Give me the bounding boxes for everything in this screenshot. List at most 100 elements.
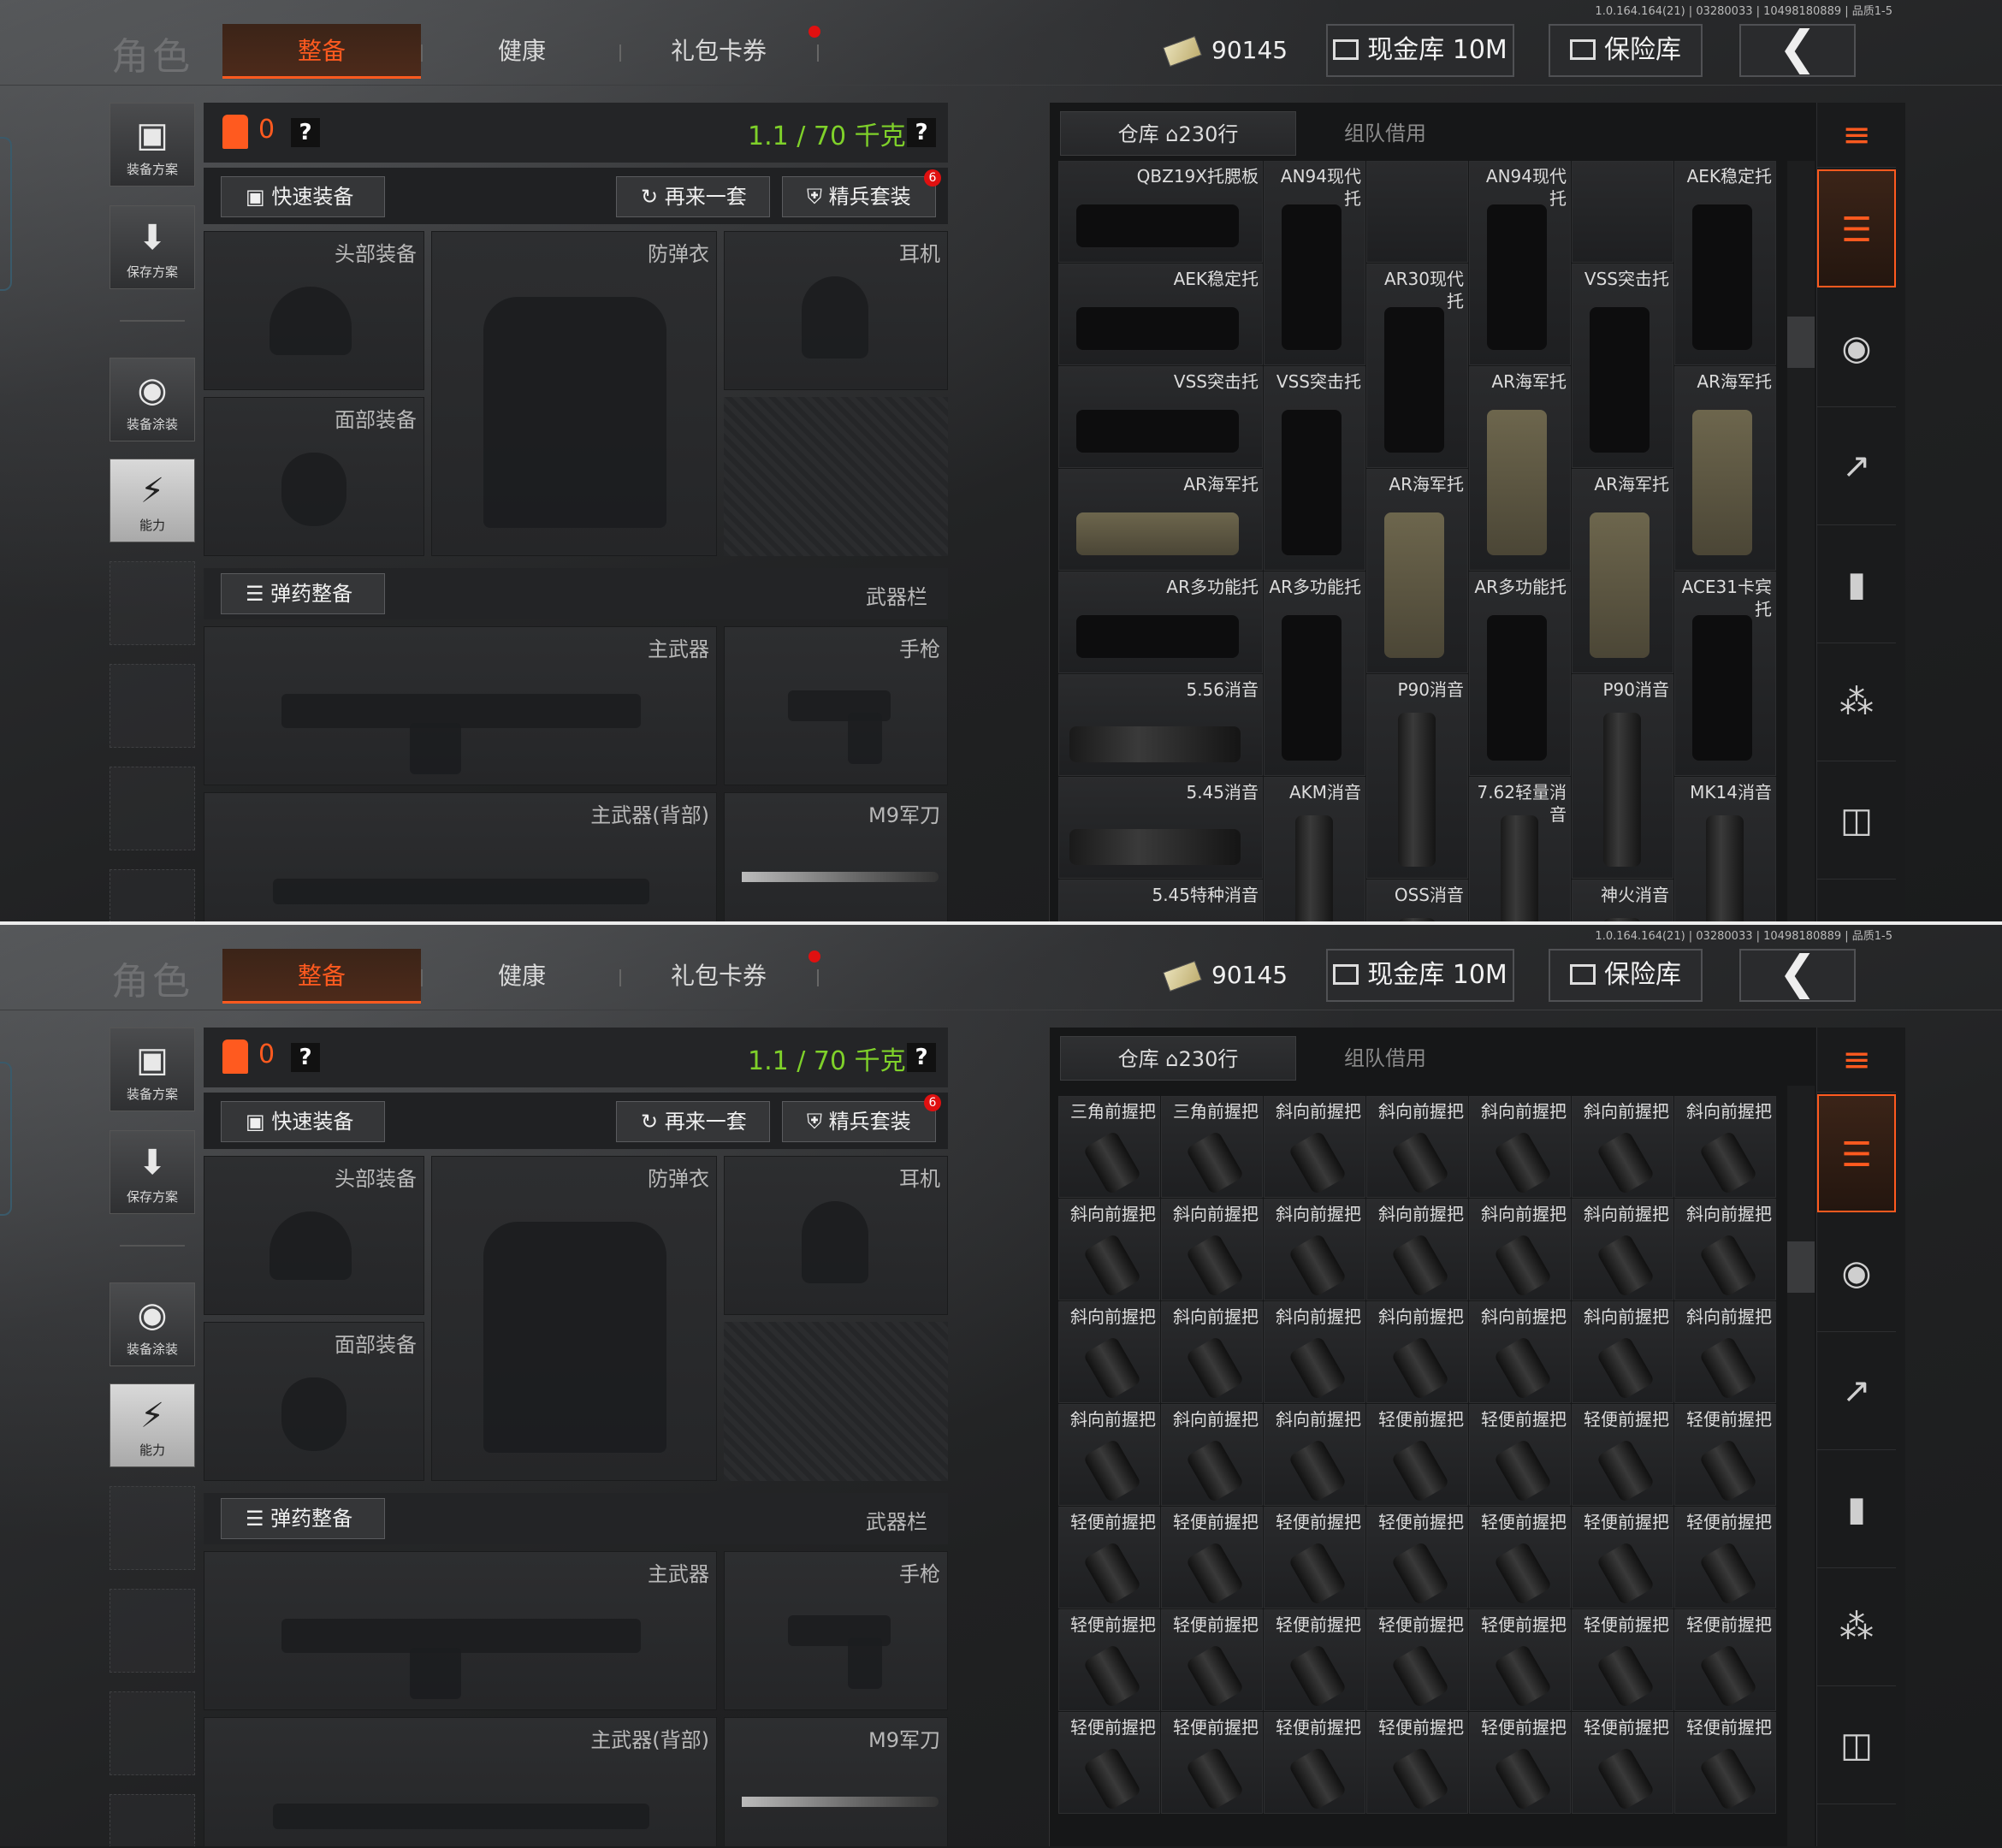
scrollbar-thumb[interactable] bbox=[1787, 1241, 1815, 1293]
quick-equip-button[interactable]: ▣ 快速装备 bbox=[221, 1101, 385, 1142]
headset-slot[interactable]: 耳机 bbox=[724, 1156, 948, 1315]
safe-vault-button[interactable]: 保险库 bbox=[1549, 24, 1703, 77]
cash-vault-button[interactable]: 现金库 10M bbox=[1326, 949, 1514, 1002]
category-rifle-icon[interactable]: ↗ bbox=[1817, 1332, 1896, 1450]
inventory-item[interactable]: 斜向前握把 bbox=[1264, 1404, 1365, 1506]
inventory-item[interactable]: 轻便前握把 bbox=[1058, 1609, 1160, 1711]
inventory-item[interactable]: 5.56消音 bbox=[1058, 674, 1263, 776]
loadout-plan-button[interactable]: ▣ 装备方案 bbox=[110, 103, 195, 187]
tab-health[interactable]: 健康 bbox=[436, 949, 607, 1004]
inventory-item[interactable]: MK14消音 bbox=[1674, 777, 1776, 921]
inventory-item[interactable]: 斜向前握把 bbox=[1058, 1199, 1160, 1300]
inventory-item[interactable]: QBZ19X托腮板 bbox=[1058, 161, 1263, 263]
inventory-item[interactable]: 轻便前握把 bbox=[1366, 1404, 1468, 1506]
inventory-item[interactable]: 斜向前握把 bbox=[1469, 1199, 1571, 1300]
inventory-item[interactable]: 轻便前握把 bbox=[1469, 1507, 1571, 1608]
back-button[interactable]: ❮ bbox=[1739, 949, 1856, 1002]
inventory-item[interactable]: AEK稳定托 bbox=[1058, 264, 1263, 365]
inventory-item[interactable]: 轻便前握把 bbox=[1161, 1712, 1263, 1814]
head-slot[interactable]: 头部装备 bbox=[204, 1156, 424, 1315]
inventory-item[interactable]: 斜向前握把 bbox=[1264, 1096, 1365, 1198]
head-slot[interactable]: 头部装备 bbox=[204, 231, 424, 390]
inventory-item[interactable]: 轻便前握把 bbox=[1469, 1712, 1571, 1814]
inventory-item[interactable]: 轻便前握把 bbox=[1674, 1609, 1776, 1711]
inventory-item[interactable]: 轻便前握把 bbox=[1366, 1712, 1468, 1814]
loadout-plan-button[interactable]: ▣ 装备方案 bbox=[110, 1028, 195, 1111]
inventory-item[interactable]: 轻便前握把 bbox=[1161, 1609, 1263, 1711]
inventory-item[interactable]: AR海军托 bbox=[1572, 469, 1673, 673]
inventory-item[interactable]: AR海军托 bbox=[1058, 469, 1263, 571]
headset-slot[interactable]: 耳机 bbox=[724, 231, 948, 390]
category-magazine-icon[interactable]: ▮ bbox=[1817, 525, 1896, 643]
inventory-item[interactable]: 斜向前握把 bbox=[1674, 1199, 1776, 1300]
inventory-item[interactable]: 三角前握把 bbox=[1058, 1096, 1160, 1198]
inventory-item[interactable]: 神火消音 bbox=[1572, 880, 1673, 921]
ammo-equip-button[interactable]: ☰ 弹药整备 bbox=[221, 573, 385, 614]
inventory-item[interactable]: 斜向前握把 bbox=[1674, 1301, 1776, 1403]
inventory-item[interactable]: AN94现代托 bbox=[1469, 161, 1571, 365]
left-edge-handle[interactable] bbox=[0, 137, 12, 291]
again-button[interactable]: ↻ 再来一套 bbox=[616, 1101, 770, 1142]
left-edge-handle[interactable] bbox=[0, 1062, 12, 1216]
inventory-item[interactable]: 轻便前握把 bbox=[1572, 1712, 1673, 1814]
inventory-item[interactable]: P90消音 bbox=[1572, 674, 1673, 879]
primary-weapon-back-slot[interactable]: 主武器(背部) bbox=[204, 792, 717, 921]
inventory-item[interactable]: 轻便前握把 bbox=[1366, 1609, 1468, 1711]
safe-vault-button[interactable]: 保险库 bbox=[1549, 949, 1703, 1002]
inventory-item[interactable]: 7.62轻量消音 bbox=[1469, 777, 1571, 921]
scroll-track[interactable] bbox=[1787, 1086, 1815, 1846]
inventory-item[interactable]: AR海军托 bbox=[1469, 366, 1571, 571]
face-slot[interactable]: 面部装备 bbox=[204, 397, 424, 556]
again-button[interactable]: ↻ 再来一套 bbox=[616, 176, 770, 217]
weight-help-button[interactable]: ? bbox=[907, 1043, 936, 1072]
vest-slot[interactable]: 防弹衣 bbox=[431, 231, 717, 556]
armor-help-button[interactable]: ? bbox=[291, 118, 320, 147]
category-ammo-icon[interactable]: ⁂ bbox=[1817, 1568, 1896, 1686]
category-rifle-icon[interactable]: ↗ bbox=[1817, 407, 1896, 525]
category-attachment-icon[interactable]: ◫ bbox=[1817, 1686, 1896, 1804]
inventory-item[interactable]: VSS突击托 bbox=[1572, 264, 1673, 468]
inventory-item[interactable]: VSS突击托 bbox=[1264, 366, 1365, 571]
inventory-item[interactable] bbox=[1572, 161, 1673, 263]
inventory-item[interactable]: AR海军托 bbox=[1366, 469, 1468, 673]
vest-slot[interactable]: 防弹衣 bbox=[431, 1156, 717, 1481]
inventory-item[interactable]: 斜向前握把 bbox=[1366, 1301, 1468, 1403]
inventory-item[interactable]: 斜向前握把 bbox=[1366, 1096, 1468, 1198]
tab-health[interactable]: 健康 bbox=[436, 24, 607, 79]
inventory-item[interactable]: ACE31卡宾托 bbox=[1674, 572, 1776, 776]
inventory-item[interactable]: 轻便前握把 bbox=[1674, 1712, 1776, 1814]
tab-gift-coupons[interactable]: 礼包卡券 bbox=[633, 949, 804, 1004]
inventory-item[interactable]: 斜向前握把 bbox=[1366, 1199, 1468, 1300]
inventory-item[interactable]: VSS突击托 bbox=[1058, 366, 1263, 468]
inventory-item[interactable]: 斜向前握把 bbox=[1469, 1301, 1571, 1403]
inventory-item[interactable]: AR30现代托 bbox=[1366, 264, 1468, 468]
inventory-item[interactable]: 轻便前握把 bbox=[1264, 1507, 1365, 1608]
inventory-item[interactable]: 轻便前握把 bbox=[1264, 1712, 1365, 1814]
inventory-item[interactable]: 5.45消音 bbox=[1058, 777, 1263, 879]
primary-weapon-back-slot[interactable]: 主武器(背部) bbox=[204, 1717, 717, 1846]
tab-team-borrow[interactable]: 组队借用 bbox=[1300, 111, 1471, 156]
inventory-item[interactable]: 斜向前握把 bbox=[1264, 1301, 1365, 1403]
inventory-item[interactable]: 斜向前握把 bbox=[1572, 1096, 1673, 1198]
inventory-item[interactable]: 轻便前握把 bbox=[1674, 1404, 1776, 1506]
inventory-item[interactable]: 轻便前握把 bbox=[1572, 1404, 1673, 1506]
ammo-equip-button[interactable]: ☰ 弹药整备 bbox=[221, 1498, 385, 1539]
save-plan-button[interactable]: ⬇ 保存方案 bbox=[110, 1130, 195, 1214]
ability-button[interactable]: ⚡ 能力 bbox=[110, 459, 195, 542]
category-all-icon[interactable]: ☰ bbox=[1817, 169, 1896, 287]
weight-help-button[interactable]: ? bbox=[907, 118, 936, 147]
tab-gift-coupons[interactable]: 礼包卡券 bbox=[633, 24, 804, 79]
inventory-item[interactable]: AR多功能托 bbox=[1469, 572, 1571, 776]
inventory-item[interactable]: 轻便前握把 bbox=[1572, 1609, 1673, 1711]
category-attachment-icon[interactable]: ◫ bbox=[1817, 761, 1896, 880]
inventory-item[interactable]: AKM消音 bbox=[1264, 777, 1365, 921]
inventory-item[interactable]: 轻便前握把 bbox=[1058, 1712, 1160, 1814]
face-slot[interactable]: 面部装备 bbox=[204, 1322, 424, 1481]
inventory-item[interactable]: 轻便前握把 bbox=[1469, 1609, 1571, 1711]
pistol-slot[interactable]: 手枪 bbox=[724, 626, 948, 785]
inventory-item[interactable]: 轻便前握把 bbox=[1572, 1507, 1673, 1608]
inventory-item[interactable]: 斜向前握把 bbox=[1161, 1404, 1263, 1506]
pistol-slot[interactable]: 手枪 bbox=[724, 1551, 948, 1710]
tab-warehouse[interactable]: 仓库 ⌂230行 bbox=[1060, 111, 1296, 156]
inventory-item[interactable]: 斜向前握把 bbox=[1572, 1199, 1673, 1300]
